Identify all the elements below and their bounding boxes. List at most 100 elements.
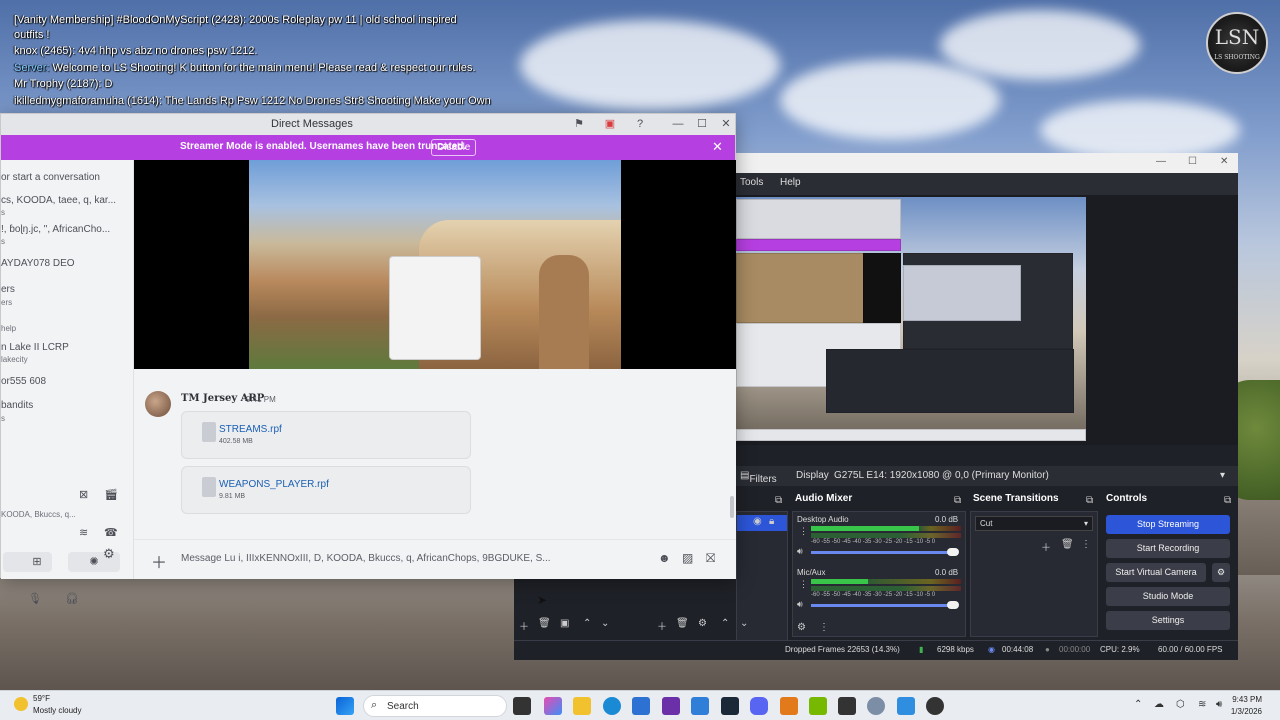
scene-filter-icon[interactable]: ▣ [560, 618, 569, 629]
avatar[interactable] [145, 391, 171, 417]
steam-icon[interactable] [721, 697, 739, 715]
emoji-icon[interactable]: ☻ [658, 551, 671, 565]
outlook-icon[interactable] [691, 697, 709, 715]
close-icon[interactable]: ✕ [712, 139, 723, 155]
kebab-icon[interactable]: ⋮ [819, 622, 829, 633]
find-conversation[interactable]: or start a conversation [1, 172, 129, 183]
remove-transition-icon[interactable]: 🗑︎ [1061, 539, 1074, 550]
chevron-down-icon[interactable]: ▾ [1220, 470, 1225, 481]
dock-menu-icon[interactable]: ⧉ [1086, 495, 1093, 506]
volume-knob[interactable] [947, 548, 959, 556]
studio-mode-button[interactable]: Studio Mode [1106, 587, 1230, 606]
mic-icon[interactable]: 🎙︎ [28, 592, 42, 605]
gear-icon[interactable]: ⚙ [103, 546, 115, 562]
edge-icon[interactable] [603, 697, 621, 715]
menu-tools[interactable]: Tools [740, 177, 763, 188]
transition-select[interactable]: Cut ▾ [975, 516, 1093, 531]
file-name[interactable]: STREAMS.rpf [219, 424, 282, 435]
maximize-icon[interactable]: ☐ [1188, 156, 1197, 167]
dock-menu-icon[interactable]: ⧉ [775, 495, 782, 506]
settings-icon[interactable] [867, 697, 885, 715]
dm-item[interactable]: cs, KOODA, taee, q, kar... [1, 195, 129, 206]
help-icon[interactable]: ? [633, 117, 647, 131]
obs-preview[interactable] [736, 195, 1238, 445]
gear-icon[interactable]: ⚙ [1212, 563, 1230, 582]
dm-item[interactable]: !, ɓoɭŋ.jc, ", AfricanCho... [1, 224, 129, 235]
display-select[interactable]: G275L E14: 1920x1080 @ 0,0 (Primary Moni… [834, 470, 1049, 481]
obs-icon[interactable] [926, 697, 944, 715]
activity-icon[interactable]: ⊞ [22, 552, 52, 572]
dm-item[interactable]: n Lake II LCRP [1, 342, 129, 353]
settings-button[interactable]: Settings [1106, 611, 1230, 630]
eye-icon[interactable]: ◉ [753, 516, 762, 527]
file-attachment[interactable]: WEAPONS_PLAYER.rpf 9.81 MB [181, 466, 471, 514]
task-view-icon[interactable] [513, 697, 531, 715]
start-icon[interactable] [336, 697, 354, 715]
disconnect-icon[interactable]: ⊠ [79, 488, 88, 501]
gift-icon[interactable]: ⛝ [706, 551, 715, 566]
mic-aux-volume[interactable] [811, 604, 951, 607]
copilot-icon[interactable] [544, 697, 562, 715]
inbox-icon[interactable]: ⚑ [572, 117, 586, 131]
minimize-icon[interactable]: — [1156, 156, 1166, 167]
maximize-icon[interactable]: ☐ [695, 117, 709, 131]
scrollbar[interactable] [730, 496, 734, 518]
tray-app-icon[interactable]: ☁ [1154, 699, 1164, 710]
disable-button[interactable]: Disable [431, 139, 477, 156]
remove-source-icon[interactable]: 🗑︎ [676, 618, 689, 629]
dm-item[interactable]: AYDAY078 DEO [1, 258, 129, 269]
add-source-icon[interactable]: ＋ [657, 618, 667, 633]
chevron-up-icon[interactable]: ⌃ [1134, 699, 1142, 710]
volume-icon[interactable]: 🔊︎ [1216, 699, 1222, 710]
dock-menu-icon[interactable]: ⧉ [954, 495, 961, 506]
file-explorer-icon[interactable] [573, 697, 591, 715]
wifi-icon[interactable]: ≋ [1198, 699, 1206, 710]
search-box[interactable]: ⌕ Search [363, 695, 507, 717]
close-icon[interactable]: ✕ [1220, 156, 1228, 167]
desktop-audio-volume[interactable] [811, 551, 951, 554]
dock-menu-icon[interactable]: ⧉ [1224, 495, 1231, 506]
source-up-icon[interactable]: ⌃ [721, 618, 729, 629]
screen-share-icon[interactable]: ▣ [603, 117, 617, 131]
gif-icon[interactable]: ▨ [682, 551, 693, 565]
headset-icon[interactable]: 🎧︎ [65, 592, 79, 605]
close-icon[interactable]: ✕ [719, 117, 733, 131]
move-up-icon[interactable]: ⌃ [583, 618, 591, 629]
kebab-icon[interactable]: ⋮ [1081, 539, 1091, 550]
remove-scene-icon[interactable]: 🗑︎ [538, 618, 551, 629]
menu-help[interactable]: Help [780, 177, 801, 188]
start-virtual-camera-button[interactable]: Start Virtual Camera [1106, 563, 1206, 582]
minimize-icon[interactable]: — [671, 117, 685, 131]
tray-app-icon[interactable]: ⬡ [1176, 699, 1185, 710]
message-input[interactable]: Message Lu i, IIIxKENNOxIII, D, KOODA, B… [181, 553, 551, 564]
lock-icon[interactable]: 🔒︎ [769, 516, 774, 527]
dm-item[interactable]: or555 608 [1, 376, 129, 387]
start-recording-button[interactable]: Start Recording [1106, 539, 1230, 558]
speaker-icon[interactable]: 🔊︎ [797, 546, 803, 557]
dm-item[interactable]: bandits [1, 400, 129, 411]
mixer-settings-icon[interactable]: ⚙ [797, 622, 806, 633]
add-transition-icon[interactable]: ＋ [1041, 539, 1051, 554]
screen-share-stream[interactable] [134, 160, 736, 369]
source-settings-icon[interactable]: ⚙ [698, 618, 707, 629]
phone-icon[interactable]: ☎ [104, 526, 118, 539]
stop-streaming-button[interactable]: Stop Streaming [1106, 515, 1230, 534]
waveform-icon[interactable]: ≋ [79, 526, 88, 539]
app-icon[interactable] [897, 697, 915, 715]
app-icon[interactable] [838, 697, 856, 715]
add-scene-icon[interactable]: ＋ [519, 618, 529, 633]
clock[interactable]: 9:43 PM 1/3/2026 [1231, 694, 1262, 718]
discord-icon[interactable] [750, 697, 768, 715]
file-attachment[interactable]: STREAMS.rpf 402.58 MB [181, 411, 471, 459]
file-name[interactable]: WEAPONS_PLAYER.rpf [219, 479, 329, 490]
speaker-icon[interactable]: 🔊︎ [797, 599, 803, 610]
add-attachment-icon[interactable]: ＋ [151, 549, 167, 573]
store-icon[interactable] [632, 697, 650, 715]
app-icon[interactable] [662, 697, 680, 715]
clip-icon[interactable]: 🎬︎ [104, 488, 118, 501]
move-down-icon[interactable]: ⌄ [601, 618, 609, 629]
kebab-icon[interactable]: ⋮ [799, 579, 808, 590]
volume-knob[interactable] [947, 601, 959, 609]
filters-button[interactable]: ▤ Filters [740, 470, 777, 485]
dm-item[interactable]: ers [1, 284, 129, 295]
